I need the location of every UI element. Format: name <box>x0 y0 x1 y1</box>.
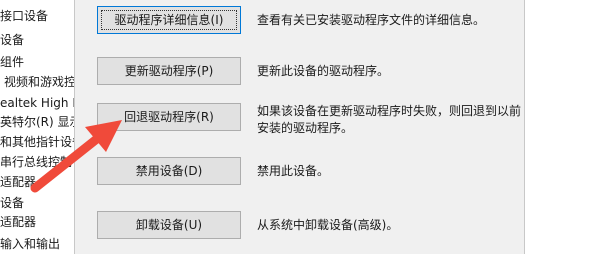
tree-item[interactable]: 英特尔(R) 显示 <box>0 113 74 131</box>
disable-device-button[interactable]: 禁用设备(D) <box>97 157 241 185</box>
tree-item[interactable]: 组件 <box>0 53 24 71</box>
tree-item[interactable]: 适配器 <box>0 213 36 231</box>
tree-item[interactable]: 适配器 <box>0 173 36 191</box>
tree-item[interactable]: 设备 <box>0 31 24 49</box>
roll-back-driver-description: 如果该设备在更新驱动程序时失败，则回退到以前安装的驱动程序。 <box>257 104 522 135</box>
uninstall-device-button[interactable]: 卸载设备(U) <box>97 211 241 239</box>
tree-item[interactable]: ealtek High D <box>0 94 74 112</box>
roll-back-driver-button[interactable]: 回退驱动程序(R) <box>97 103 241 131</box>
driver-tab-panel: 驱动程序详细信息(I) 查看有关已安装驱动程序文件的详细信息。 更新驱动程序(P… <box>74 0 525 254</box>
update-driver-button[interactable]: 更新驱动程序(P) <box>97 57 241 85</box>
tree-item[interactable]: 设备 <box>0 194 24 212</box>
disable-device-button-label: 禁用设备(D) <box>135 164 203 178</box>
tree-item[interactable]: 视频和游戏控 <box>4 73 74 91</box>
uninstall-device-button-label: 卸载设备(U) <box>135 218 203 232</box>
update-driver-button-label: 更新驱动程序(P) <box>124 64 214 78</box>
uninstall-device-description: 从系统中卸载设备(高级)。 <box>257 218 399 232</box>
update-driver-description: 更新此设备的驱动程序。 <box>257 64 390 78</box>
focus-ring <box>101 10 237 30</box>
tree-item[interactable]: 输入和输出 <box>0 235 60 253</box>
roll-back-driver-button-label: 回退驱动程序(R) <box>124 110 214 124</box>
disable-device-description: 禁用此设备。 <box>257 164 330 178</box>
tree-item[interactable]: 接口设备 <box>0 7 48 25</box>
driver-details-button[interactable]: 驱动程序详细信息(I) <box>97 6 241 34</box>
tree-item[interactable]: 和其他指针设备 <box>0 133 74 151</box>
driver-details-description: 查看有关已安装驱动程序文件的详细信息。 <box>257 13 486 27</box>
device-tree: 接口设备 设备 组件 视频和游戏控 ealtek High D 英特尔(R) 显… <box>0 0 74 254</box>
background-area <box>525 0 600 254</box>
tree-item[interactable]: 串行总线控制 <box>0 153 72 171</box>
